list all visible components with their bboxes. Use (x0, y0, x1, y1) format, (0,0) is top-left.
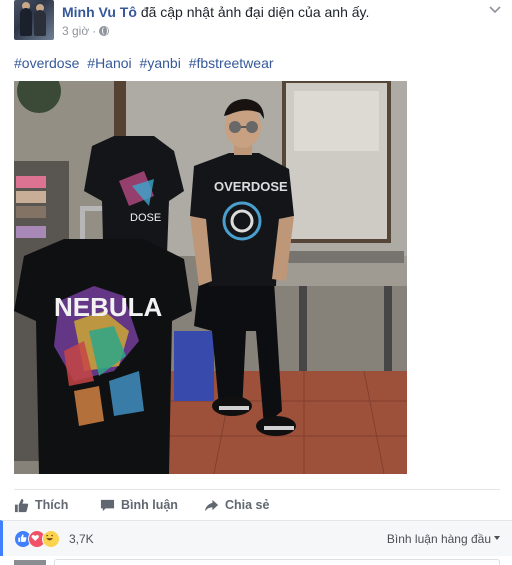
globe-icon[interactable] (99, 26, 110, 36)
hashtag-link[interactable]: #overdose (14, 55, 79, 71)
share-button[interactable]: Chia sẻ (204, 495, 269, 515)
caret-down-icon (494, 535, 500, 540)
avatar[interactable] (14, 0, 54, 40)
reaction-count[interactable]: 3,7K (69, 531, 94, 547)
comment-sort-label: Bình luận hàng đầu (386, 532, 491, 546)
post-action-text: đã cập nhật ảnh đại diện của anh ấy. (140, 4, 370, 20)
comment-button[interactable]: Bình luận (100, 495, 178, 515)
post-header: Minh Vu Tô đã cập nhật ảnh đại diện của … (14, 0, 504, 40)
comment-input[interactable] (54, 559, 500, 565)
commenter-avatar (14, 560, 46, 565)
author-name-link[interactable]: Minh Vu Tô (62, 4, 137, 20)
like-label: Thích (35, 498, 69, 512)
share-icon (204, 499, 219, 511)
meta-separator: · (92, 24, 97, 38)
post-hashtags: #overdose #Hanoi #yanbi #fbstreetwear (14, 54, 278, 72)
post-meta: 3 giờ · (62, 23, 110, 39)
post-card: Minh Vu Tô đã cập nhật ảnh đại diện của … (0, 0, 512, 565)
haha-icon (42, 530, 60, 548)
hashtag-link[interactable]: #yanbi (140, 55, 181, 71)
hashtag-link[interactable]: #fbstreetwear (189, 55, 274, 71)
like-button[interactable]: Thích (14, 495, 68, 515)
post-headline: Minh Vu Tô đã cập nhật ảnh đại diện của … (62, 3, 369, 21)
comment-sort-dropdown[interactable]: Bình luận hàng đầu (387, 531, 500, 547)
chevron-down-icon[interactable] (488, 2, 502, 16)
thumbs-up-icon (14, 498, 29, 512)
post-action-bar: Thích Bình luận Chia sẻ (14, 489, 500, 519)
hashtag-link[interactable]: #Hanoi (87, 55, 131, 71)
post-photo[interactable]: DOSE NEBULA OVERDOSE (14, 81, 407, 474)
comment-icon (100, 499, 115, 511)
share-label: Chia sẻ (225, 498, 270, 512)
timestamp-link[interactable]: 3 giờ (62, 23, 89, 39)
reactions-bar: 3,7K Bình luận hàng đầu (0, 520, 512, 556)
comment-label: Bình luận (121, 498, 178, 512)
comment-composer (0, 557, 512, 565)
reaction-icons[interactable] (14, 530, 60, 548)
